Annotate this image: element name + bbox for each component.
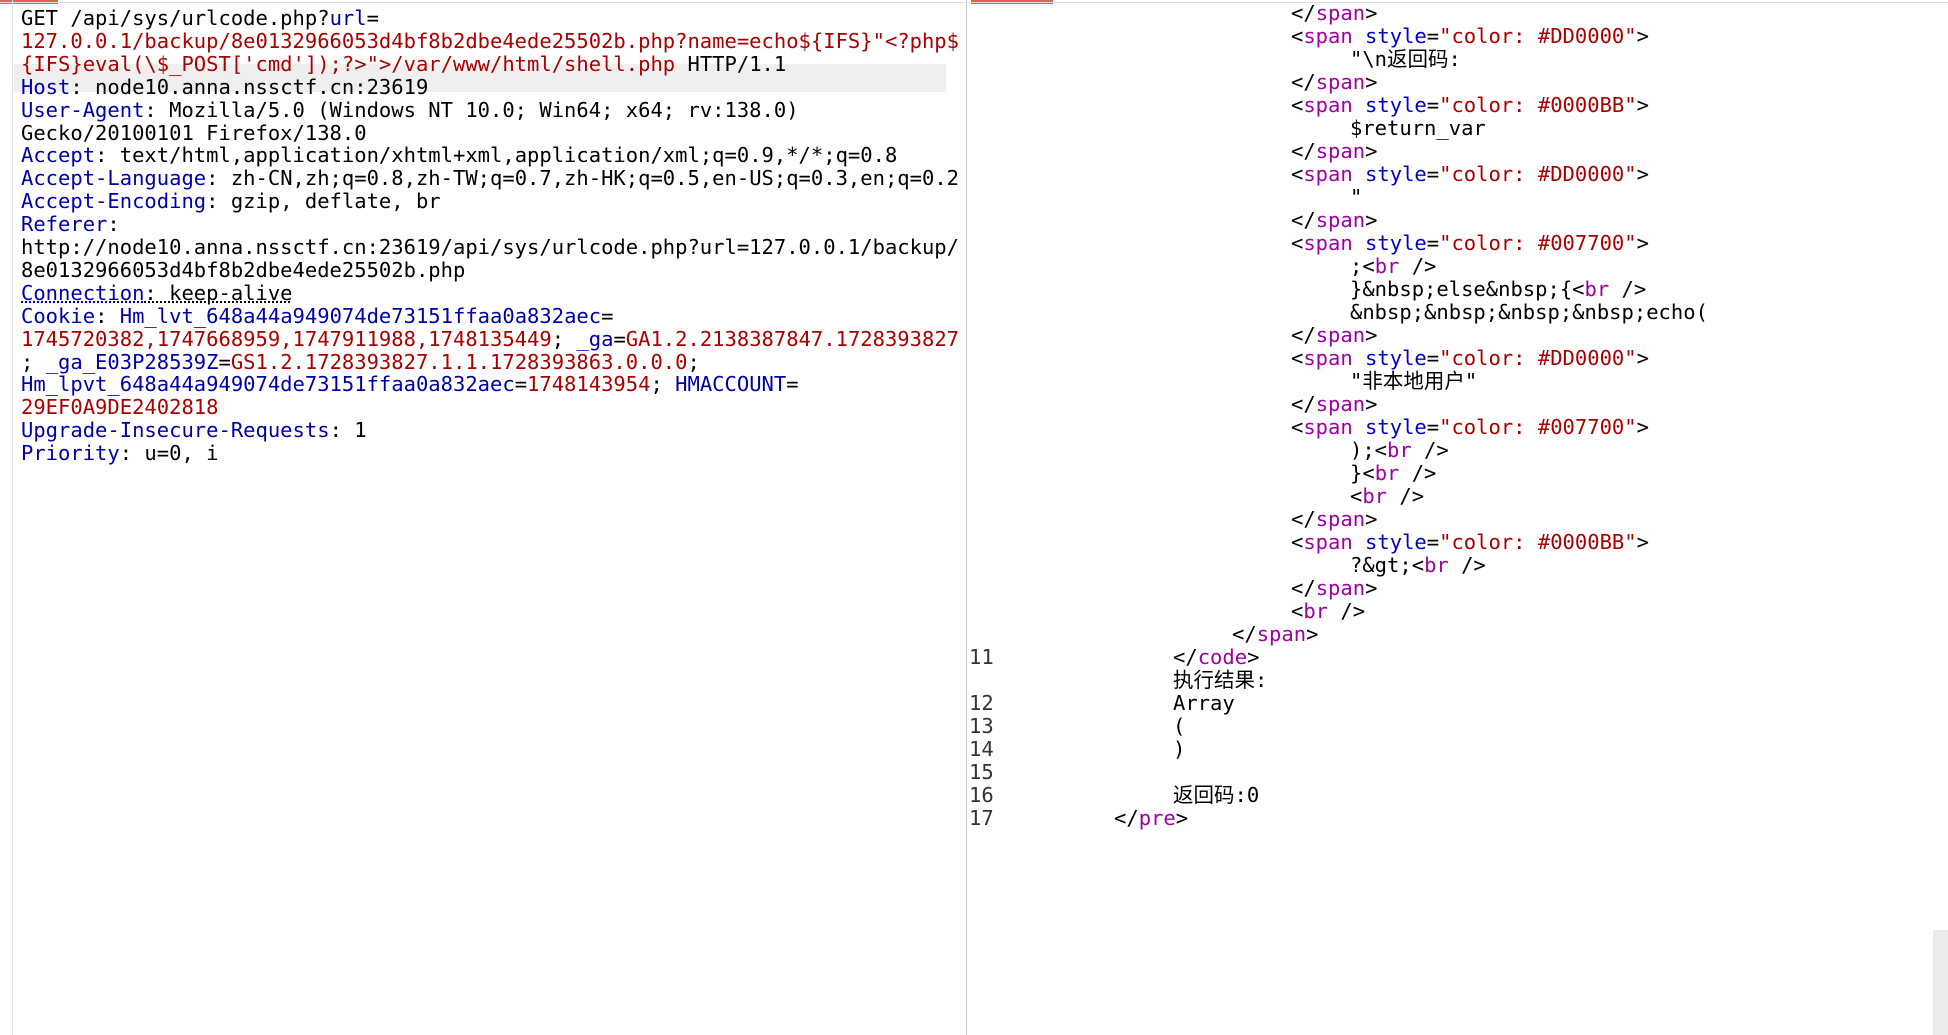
response-token: &nbsp;&nbsp;&nbsp;&nbsp;echo(	[1350, 300, 1708, 324]
request-gutter	[12, 0, 13, 1035]
request-token: =	[515, 372, 527, 396]
response-token: >	[1637, 415, 1649, 439]
response-token: />	[1328, 599, 1365, 623]
response-token: "color: #DD0000"	[1439, 162, 1636, 186]
response-token: span	[1303, 530, 1352, 554]
request-token: : u=0, i	[120, 441, 219, 465]
response-line: <span style="color: #007700">	[1291, 229, 1649, 257]
request-token: HTTP/1.1	[675, 52, 786, 76]
response-token: span	[1303, 231, 1352, 255]
response-token: <	[1291, 415, 1303, 439]
response-token: </	[1114, 806, 1139, 830]
response-token: >	[1637, 530, 1649, 554]
request-top-rule	[0, 2, 965, 3]
response-token: span	[1303, 162, 1352, 186]
response-line: <span style="color: #007700">	[1291, 413, 1649, 441]
response-token: span	[1257, 622, 1306, 646]
response-line: </pre>	[1114, 804, 1188, 832]
response-token: <	[1291, 24, 1303, 48]
response-line: <span style="color: #DD0000">	[1291, 160, 1649, 188]
response-token: >	[1306, 622, 1318, 646]
response-token: >	[1637, 93, 1649, 117]
response-token: span	[1303, 24, 1352, 48]
response-token: />	[1449, 553, 1486, 577]
response-token: "color: #007700"	[1439, 415, 1636, 439]
response-token: span	[1303, 415, 1352, 439]
response-token: br	[1424, 553, 1449, 577]
response-token: >	[1637, 24, 1649, 48]
response-line: <span style="color: #DD0000">	[1291, 22, 1649, 50]
response-token: )	[1173, 737, 1185, 761]
response-token: <	[1291, 346, 1303, 370]
request-token: 1748143954	[527, 372, 650, 396]
response-token: >	[1365, 576, 1377, 600]
request-line: Priority: u=0, i	[21, 439, 219, 467]
response-token: =	[1427, 162, 1439, 186]
response-pane[interactable]: </span><span style="color: #DD0000">"\n返…	[966, 0, 1948, 1035]
request-token: : gzip, deflate, br	[206, 189, 441, 213]
request-token: : 1	[330, 418, 367, 442]
line-number: 11	[969, 643, 994, 671]
request-token: Priority	[21, 441, 120, 465]
response-line: &nbsp;&nbsp;&nbsp;&nbsp;echo(	[1350, 298, 1708, 326]
response-top-rule	[967, 2, 1948, 3]
response-token: span	[1303, 346, 1352, 370]
response-token: style	[1353, 162, 1427, 186]
request-token: ;	[650, 372, 675, 396]
response-token: />	[1387, 484, 1424, 508]
response-token: span	[1303, 93, 1352, 117]
response-token: <	[1291, 162, 1303, 186]
request-token: HMACCOUNT	[675, 372, 786, 396]
response-token: <	[1291, 93, 1303, 117]
response-token: >	[1637, 346, 1649, 370]
response-token: >	[1637, 162, 1649, 186]
response-token: pre	[1139, 806, 1176, 830]
response-scrollbar-thumb[interactable]	[1933, 930, 1948, 1035]
response-line: )	[1173, 735, 1185, 763]
response-token: <	[1291, 231, 1303, 255]
response-token: <	[1291, 530, 1303, 554]
response-token: >	[1176, 806, 1188, 830]
line-number: 17	[969, 804, 994, 832]
response-token: >	[1637, 231, 1649, 255]
request-token: =	[786, 372, 798, 396]
response-token: "color: #DD0000"	[1439, 24, 1636, 48]
response-token: "color: #007700"	[1439, 231, 1636, 255]
request-pane[interactable]: GET /api/sys/urlcode.php?url=127.0.0.1/b…	[0, 0, 965, 1035]
